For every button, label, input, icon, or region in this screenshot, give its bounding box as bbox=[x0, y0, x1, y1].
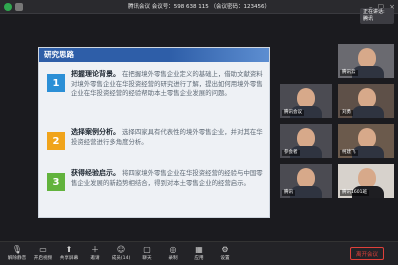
unmute-button[interactable]: 🎙 解除静音 bbox=[4, 245, 30, 262]
apps-icon: ▦ bbox=[195, 245, 203, 254]
participant-name: 腾讯1601班 bbox=[340, 190, 369, 196]
info-icon[interactable] bbox=[15, 2, 23, 11]
share-screen-icon: ⬆ bbox=[65, 245, 73, 254]
point-title: 把握理论背景。 bbox=[71, 70, 120, 78]
start-video-button[interactable]: ▭ 开启视频 bbox=[30, 245, 56, 262]
point-number: 1 bbox=[47, 74, 65, 92]
share-screen-button[interactable]: ⬆ 共享屏幕 bbox=[56, 245, 82, 262]
invite-icon: ＋ bbox=[91, 245, 99, 254]
slide-title: 研究思路 bbox=[39, 48, 269, 62]
participant-name: 腾讯云 bbox=[340, 70, 358, 76]
shared-slide: 研究思路 1 把握理论背景。 在把握境外零售企业定义的基础上，借助文献资料对境外… bbox=[38, 47, 270, 218]
participant-video[interactable]: 腾讯会议 bbox=[280, 84, 332, 118]
point-1: 1 把握理论背景。 在把握境外零售企业定义的基础上，借助文献资料对境外零售企业在… bbox=[47, 70, 267, 99]
participant-video[interactable]: 腾讯云 bbox=[338, 44, 394, 78]
chat-button[interactable]: ▢ 聊天 bbox=[134, 245, 160, 262]
point-title: 选择案例分析。 bbox=[71, 128, 120, 136]
participant-name: 柯建飞 bbox=[340, 150, 358, 156]
participant-video[interactable]: 柯建飞 bbox=[338, 124, 394, 158]
record-button[interactable]: ◎ 录制 bbox=[160, 245, 186, 262]
point-number: 2 bbox=[47, 132, 65, 150]
point-2: 2 选择案例分析。 选择四家具有代表性的境外零售企业，并对其在华投资经营进行多角… bbox=[47, 128, 267, 150]
gear-icon: ⚙ bbox=[221, 245, 229, 254]
point-number: 3 bbox=[47, 173, 65, 191]
participant-video[interactable]: 刘勇 bbox=[338, 84, 394, 118]
members-icon: ☺ bbox=[116, 245, 126, 254]
meeting-toolbar: 🎙 解除静音 ▭ 开启视频 ⬆ 共享屏幕 ＋邀请 ☺ 成员(14) ▢ 聊天 ◎ 录制 ▦ 应… bbox=[0, 241, 398, 265]
participant-name: 腾讯会议 bbox=[282, 110, 304, 116]
participant-name: 刘勇 bbox=[340, 110, 353, 116]
title-bar: 腾讯会议 会议号：598 638 115 （会议密码：123456） – □ × bbox=[0, 0, 398, 14]
window-title: 腾讯会议 会议号：598 638 115 （会议密码：123456） bbox=[128, 3, 270, 10]
speaking-indicator: 正在讲话: 腾讯 bbox=[360, 8, 394, 24]
settings-button[interactable]: ⚙ 设置 bbox=[212, 245, 238, 262]
invite-button[interactable]: ＋邀请 bbox=[82, 245, 108, 262]
participant-name: 腾讯 bbox=[282, 190, 295, 196]
apps-button[interactable]: ▦ 应用 bbox=[186, 245, 212, 262]
microphone-muted-icon: 🎙 bbox=[11, 245, 23, 254]
members-button[interactable]: ☺ 成员(14) bbox=[108, 245, 134, 262]
participant-name: 参会者 bbox=[282, 150, 300, 156]
leave-meeting-button[interactable]: 离开会议 bbox=[350, 247, 384, 260]
participant-video[interactable]: 腾讯1601班 bbox=[338, 164, 394, 198]
signal-icon bbox=[4, 2, 12, 11]
participant-video[interactable]: 腾讯 bbox=[280, 164, 332, 198]
point-title: 获得经验启示。 bbox=[71, 169, 120, 177]
chat-icon: ▢ bbox=[143, 245, 151, 254]
participant-video[interactable]: 参会者 bbox=[280, 124, 332, 158]
record-icon: ◎ bbox=[169, 245, 177, 254]
point-3: 3 获得经验启示。 将四家境外零售企业在华投资经营的经验与中国零售企业发展的新趋… bbox=[47, 169, 267, 191]
camera-icon: ▭ bbox=[39, 245, 47, 254]
